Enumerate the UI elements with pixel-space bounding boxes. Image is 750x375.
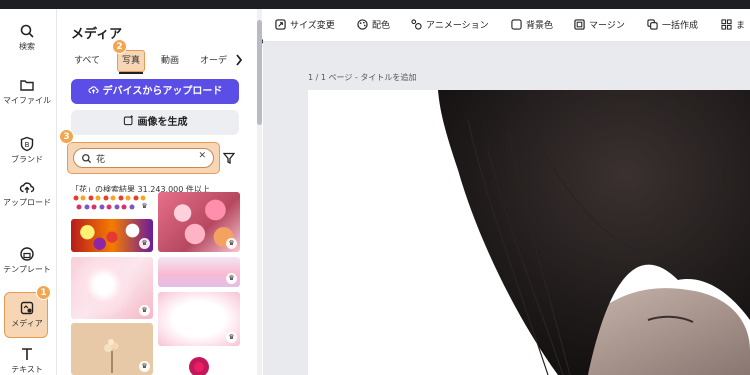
photo-thumbnail[interactable]: ♛	[158, 192, 240, 252]
left-rail: 検索 マイファイル B ブランド アップロード テンプレート メディア テキスト	[0, 9, 54, 375]
photo-thumbnail[interactable]	[158, 351, 240, 375]
pro-badge-icon: ♛	[226, 332, 237, 343]
margin-label: マージン	[589, 21, 625, 31]
clear-search-icon[interactable]: ✕	[198, 151, 206, 161]
upload-button-label: デバイスからアップロード	[102, 86, 223, 97]
rail-item-my-files[interactable]: マイファイル	[0, 77, 54, 106]
media-panel: メディア ✕ すべて 写真 動画 オーデ デバイスからアップロード 画像を生成 …	[56, 9, 294, 375]
color-palette-button[interactable]: 配色	[357, 18, 390, 31]
page-title-label[interactable]: 1 / 1 ページ - タイトルを追加	[308, 72, 416, 83]
editor-toolbar: サイズ変更 配色 アニメーション 背景色 マージン 一括作成 ま	[263, 9, 750, 42]
rail-item-templates[interactable]: テンプレート	[0, 246, 54, 275]
pro-badge-icon: ♛	[139, 361, 150, 372]
photo-thumbnail[interactable]: ♛	[158, 292, 240, 346]
step-badge-3: 3	[59, 129, 74, 144]
pro-badge-icon: ♛	[226, 273, 237, 284]
pro-badge-icon: ♛	[226, 238, 237, 249]
background-color-icon	[511, 19, 522, 30]
more-tool-label: ま	[736, 21, 746, 31]
photo-thumbnail[interactable]: ♛	[71, 323, 153, 375]
rail-item-media[interactable]: メディア	[0, 300, 54, 329]
portrait-photo	[308, 90, 750, 375]
more-tool-button[interactable]: ま	[721, 18, 745, 31]
tab-all[interactable]: すべて	[74, 53, 100, 66]
resize-icon	[275, 19, 286, 30]
tab-audio[interactable]: オーデ	[200, 53, 227, 66]
panel-scrollbar-thumb[interactable]	[257, 20, 262, 125]
generate-image-button[interactable]: 画像を生成	[71, 110, 239, 135]
photo-thumbnail[interactable]: ♛	[71, 257, 153, 319]
rail-item-text[interactable]: テキスト	[0, 346, 54, 375]
folder-icon	[20, 80, 34, 91]
pro-badge-icon: ♛	[139, 305, 150, 316]
media-tabs: すべて 写真 動画 オーデ	[57, 50, 255, 74]
text-icon	[22, 348, 32, 360]
search-field[interactable]: ✕	[73, 148, 214, 168]
templates-icon	[20, 247, 34, 261]
search-input[interactable]	[96, 151, 192, 165]
photo-thumbnail[interactable]: ♛	[71, 219, 153, 252]
magic-image-icon	[123, 115, 133, 126]
bulk-create-icon	[647, 19, 658, 30]
resize-button[interactable]: サイズ変更	[275, 18, 335, 31]
rail-item-brand[interactable]: B ブランド	[0, 136, 54, 165]
design-page[interactable]	[308, 90, 750, 375]
animation-label: アニメーション	[426, 21, 489, 31]
tab-underline	[119, 72, 143, 74]
rail-item-label: 検索	[19, 42, 35, 51]
rail-item-label: アップロード	[3, 198, 51, 207]
generate-button-label: 画像を生成	[137, 117, 188, 128]
animation-button[interactable]: アニメーション	[411, 18, 489, 31]
bulk-create-button[interactable]: 一括作成	[647, 18, 698, 31]
media-icon	[20, 301, 34, 315]
chevron-right-icon[interactable]	[235, 54, 243, 66]
pro-badge-icon: ♛	[139, 201, 150, 212]
search-icon	[20, 24, 34, 38]
margin-button[interactable]: マージン	[574, 18, 625, 31]
step-badge-1: 1	[36, 285, 51, 300]
pro-badge-icon: ♛	[139, 238, 150, 249]
margin-icon	[574, 19, 585, 30]
color-palette-label: 配色	[372, 21, 391, 31]
brand-icon: B	[20, 136, 34, 152]
palette-icon	[357, 19, 368, 30]
background-color-button[interactable]: 背景色	[511, 18, 553, 31]
rail-item-label: メディア	[11, 319, 43, 328]
window-top-bar	[0, 0, 750, 9]
upload-from-device-button[interactable]: デバイスからアップロード	[71, 79, 239, 104]
rail-item-label: ブランド	[11, 155, 43, 164]
search-icon	[82, 154, 92, 164]
tab-videos[interactable]: 動画	[161, 53, 179, 66]
pink-flower-image	[189, 357, 209, 375]
step-badge-2: 2	[112, 39, 127, 54]
animation-icon	[411, 19, 422, 30]
cloud-upload-icon	[19, 182, 35, 193]
rail-item-label: マイファイル	[3, 96, 51, 105]
filter-icon[interactable]	[223, 152, 235, 164]
photo-thumbnail[interactable]: ♛	[71, 192, 153, 215]
svg-text:B: B	[25, 141, 30, 149]
grid-icon	[721, 19, 732, 30]
resize-label: サイズ変更	[290, 21, 335, 31]
background-color-label: 背景色	[526, 21, 554, 31]
cloud-upload-icon	[88, 86, 99, 94]
rail-item-label: テキスト	[11, 365, 43, 374]
bulk-create-label: 一括作成	[662, 21, 699, 31]
rail-item-label: テンプレート	[3, 265, 51, 274]
tab-photos[interactable]: 写真	[122, 53, 140, 66]
rail-item-upload[interactable]: アップロード	[0, 179, 54, 208]
rail-item-search[interactable]: 検索	[0, 23, 54, 52]
panel-title: メディア	[71, 27, 123, 42]
photo-thumbnail[interactable]: ♛	[158, 257, 240, 287]
